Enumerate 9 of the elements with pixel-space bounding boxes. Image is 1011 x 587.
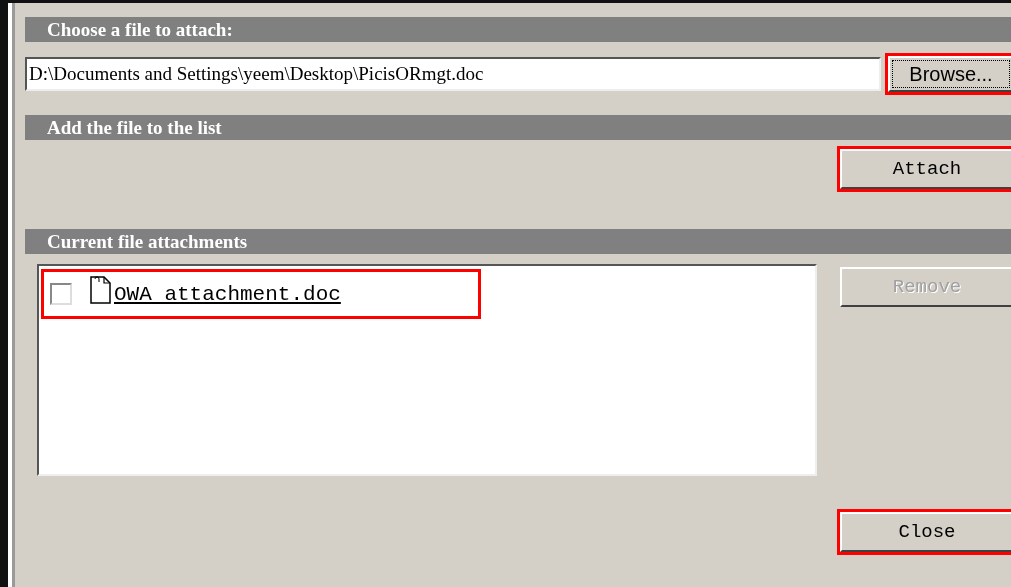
file-path-field[interactable]: D:\Documents and Settings\yeem\Desktop\PicisORmgt.doc (25, 57, 881, 91)
section-header: Current file attachments (25, 229, 1011, 254)
browse-button[interactable]: Browse... (888, 56, 1011, 92)
attach-button[interactable]: Attach (840, 149, 1011, 189)
document-icon (90, 276, 112, 304)
section-header: Choose a file to attach: (25, 17, 1011, 42)
checkbox[interactable] (50, 283, 72, 305)
section-header: Add the file to the list (25, 115, 1011, 140)
close-button[interactable]: Close (840, 512, 1011, 552)
